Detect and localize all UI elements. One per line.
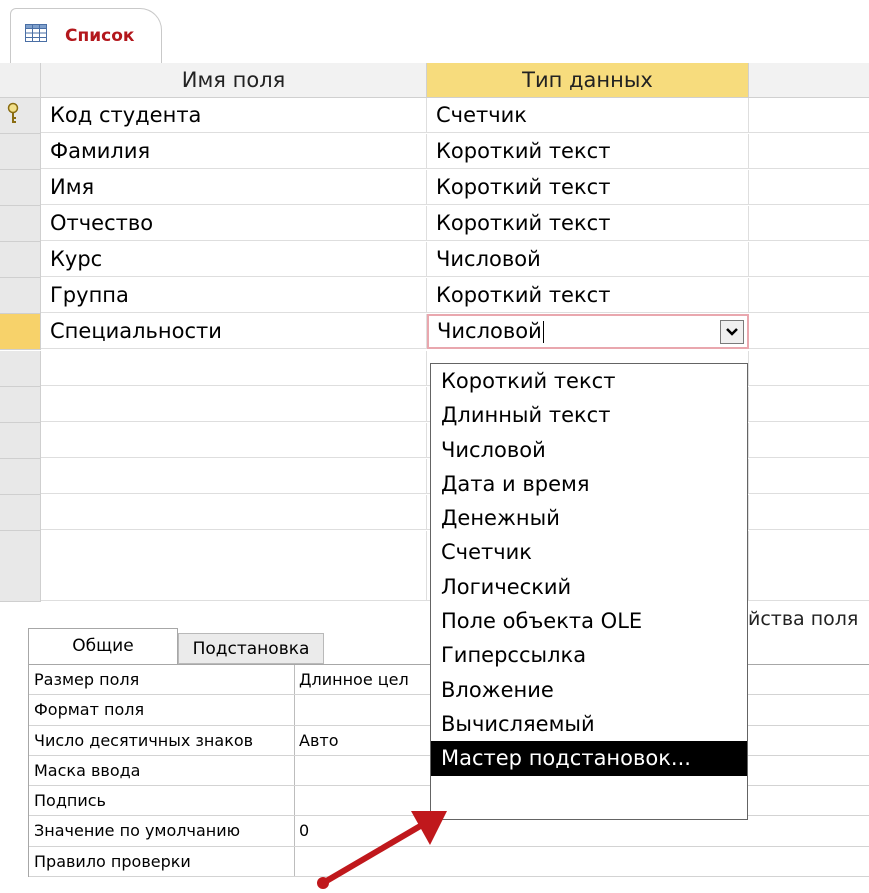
field-name-header: Имя поля bbox=[41, 63, 427, 98]
dropdown-option[interactable]: Логический bbox=[431, 570, 747, 604]
property-label: Формат поля bbox=[29, 695, 295, 725]
property-label: Правило проверки bbox=[29, 846, 295, 877]
description-cell[interactable] bbox=[749, 495, 869, 530]
data-type-combobox[interactable]: Числовой bbox=[427, 314, 749, 349]
field-name-cell[interactable]: Имя bbox=[41, 170, 427, 205]
table-tab[interactable]: Список bbox=[10, 8, 162, 64]
property-value[interactable]: Авто bbox=[296, 726, 338, 755]
row-selector[interactable] bbox=[0, 495, 41, 531]
data-type-cell[interactable]: Короткий текст bbox=[427, 278, 749, 313]
data-type-cell[interactable]: Короткий текст bbox=[427, 206, 749, 241]
dropdown-option[interactable]: Короткий текст bbox=[431, 364, 747, 398]
object-tab-strip: Список bbox=[0, 0, 869, 64]
property-label: Значение по умолчанию bbox=[29, 816, 295, 846]
description-cell[interactable] bbox=[749, 459, 869, 494]
property-value[interactable] bbox=[296, 756, 299, 785]
property-label: Число десятичных знаков bbox=[29, 725, 295, 755]
row-selector[interactable] bbox=[0, 170, 41, 206]
current-row-selector[interactable] bbox=[0, 314, 41, 350]
field-name-cell[interactable] bbox=[41, 531, 427, 601]
dropdown-option[interactable]: Длинный текст bbox=[431, 398, 747, 432]
field-name-cell[interactable] bbox=[41, 423, 427, 458]
description-cell[interactable] bbox=[749, 134, 869, 169]
dropdown-option[interactable]: Числовой bbox=[431, 433, 747, 467]
dropdown-option[interactable]: Поле объекта OLE bbox=[431, 604, 747, 638]
description-cell[interactable] bbox=[749, 314, 869, 349]
field-properties-caption: йства поля bbox=[748, 608, 859, 630]
row-selector[interactable] bbox=[0, 134, 41, 170]
description-cell[interactable] bbox=[749, 423, 869, 458]
primary-key-icon bbox=[7, 102, 19, 123]
property-label: Размер поля bbox=[29, 665, 295, 695]
property-label: Маска ввода bbox=[29, 755, 295, 786]
description-cell[interactable] bbox=[749, 278, 869, 313]
row-selector[interactable] bbox=[0, 387, 41, 423]
field-name-cell[interactable]: Отчество bbox=[41, 206, 427, 241]
table-row[interactable]: Имя Короткий текст bbox=[0, 170, 869, 206]
description-cell[interactable] bbox=[749, 170, 869, 205]
field-name-cell[interactable]: Специальности bbox=[41, 314, 427, 349]
description-cell[interactable] bbox=[749, 351, 869, 386]
field-name-cell[interactable] bbox=[41, 495, 427, 530]
field-name-cell[interactable]: Курс bbox=[41, 242, 427, 277]
dropdown-option-lookup-wizard[interactable]: Мастер подстановок... bbox=[431, 741, 747, 776]
data-type-cell[interactable]: Короткий текст bbox=[427, 170, 749, 205]
select-all-corner[interactable] bbox=[0, 63, 41, 98]
row-selector[interactable] bbox=[0, 278, 41, 314]
row-selector[interactable] bbox=[0, 206, 41, 242]
description-cell[interactable] bbox=[749, 206, 869, 241]
current-table-row[interactable]: Специальности Числовой bbox=[0, 314, 869, 350]
dropdown-button[interactable] bbox=[720, 320, 744, 344]
row-selector[interactable] bbox=[0, 423, 41, 459]
data-type-cell[interactable]: Короткий текст bbox=[427, 134, 749, 169]
table-row[interactable]: Группа Короткий текст bbox=[0, 278, 869, 314]
data-type-dropdown-list[interactable]: Короткий текст Длинный текст Числовой Да… bbox=[430, 363, 748, 820]
description-cell[interactable] bbox=[749, 531, 869, 601]
table-icon bbox=[25, 24, 47, 42]
row-selector[interactable] bbox=[0, 242, 41, 278]
dropdown-option[interactable]: Вычисляемый bbox=[431, 707, 747, 741]
description-header bbox=[749, 63, 869, 98]
table-tab-label: Список bbox=[65, 26, 135, 46]
field-name-cell[interactable]: Фамилия bbox=[41, 134, 427, 169]
text-caret bbox=[542, 321, 544, 343]
table-row[interactable]: Код студента Счетчик bbox=[0, 98, 869, 134]
data-type-header: Тип данных bbox=[427, 63, 749, 98]
row-selector[interactable] bbox=[0, 531, 41, 602]
data-type-cell[interactable]: Счетчик bbox=[427, 98, 749, 133]
description-cell[interactable] bbox=[749, 387, 869, 422]
dropdown-option[interactable]: Дата и время bbox=[431, 467, 747, 501]
chevron-down-icon bbox=[726, 328, 738, 336]
property-row[interactable]: Значение по умолчанию 0 bbox=[29, 816, 869, 847]
field-name-cell[interactable]: Группа bbox=[41, 278, 427, 313]
property-value[interactable]: 0 bbox=[296, 816, 309, 845]
description-cell[interactable] bbox=[749, 242, 869, 277]
property-row[interactable]: Правило проверки bbox=[29, 846, 869, 878]
tab-general[interactable]: Общие bbox=[28, 628, 178, 664]
row-selector[interactable] bbox=[0, 98, 41, 134]
row-selector[interactable] bbox=[0, 459, 41, 495]
table-row[interactable]: Отчество Короткий текст bbox=[0, 206, 869, 242]
table-row[interactable]: Фамилия Короткий текст bbox=[0, 134, 869, 170]
data-type-cell[interactable]: Числовой bbox=[427, 242, 749, 277]
table-row[interactable]: Курс Числовой bbox=[0, 242, 869, 278]
property-value[interactable] bbox=[296, 786, 299, 815]
data-type-combobox-value: Числовой bbox=[437, 319, 544, 343]
row-selector[interactable] bbox=[0, 351, 41, 387]
description-cell[interactable] bbox=[749, 98, 869, 133]
field-name-cell[interactable] bbox=[41, 387, 427, 422]
tab-lookup[interactable]: Подстановка bbox=[178, 633, 324, 664]
field-name-cell[interactable] bbox=[41, 459, 427, 494]
property-label: Подпись bbox=[29, 786, 295, 816]
dropdown-option[interactable]: Денежный bbox=[431, 501, 747, 535]
field-name-cell[interactable] bbox=[41, 351, 427, 386]
dropdown-option[interactable]: Гиперссылка bbox=[431, 638, 747, 672]
field-name-cell[interactable]: Код студента bbox=[41, 98, 427, 133]
dropdown-option[interactable]: Вложение bbox=[431, 673, 747, 707]
property-value[interactable]: Длинное цел bbox=[296, 665, 409, 694]
property-value[interactable] bbox=[296, 695, 299, 724]
dropdown-option[interactable]: Счетчик bbox=[431, 535, 747, 569]
property-value[interactable] bbox=[296, 847, 299, 876]
